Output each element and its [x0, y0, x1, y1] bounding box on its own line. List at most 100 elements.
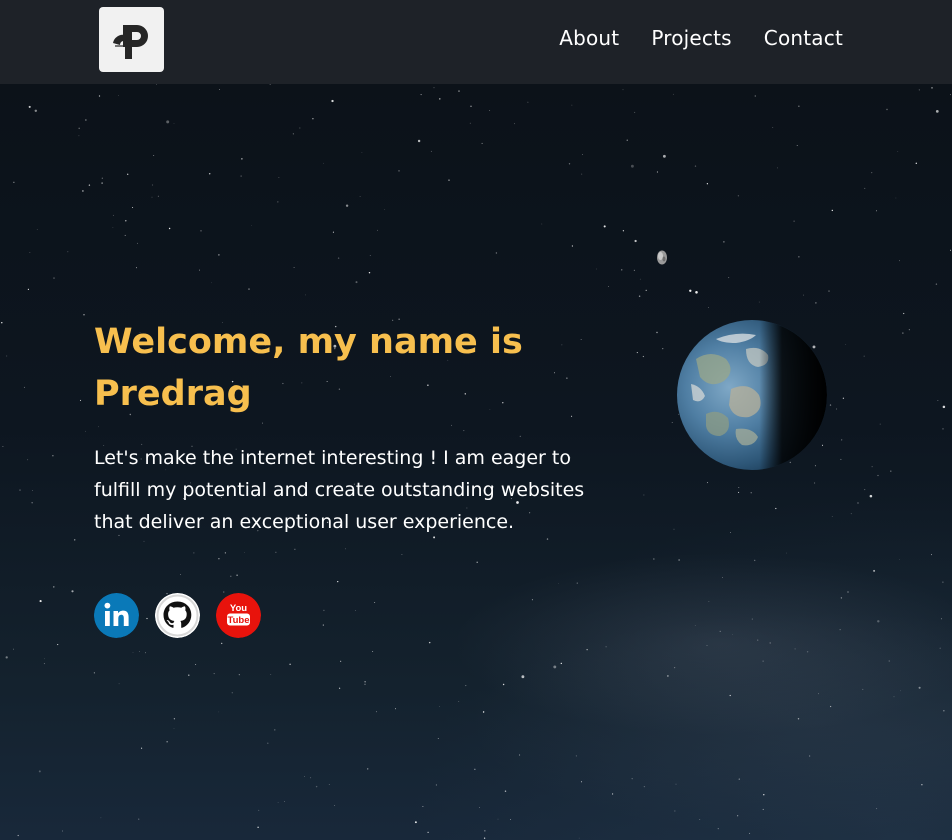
star-dot [101, 177, 103, 179]
star-dot [299, 127, 301, 129]
logo-link[interactable] [99, 7, 164, 72]
star-dot [173, 728, 175, 729]
star-dot [39, 600, 42, 603]
star-dot [603, 225, 606, 228]
star-dot [465, 685, 467, 687]
star-dot [950, 249, 951, 251]
star-dot [708, 601, 710, 602]
star-dot [580, 339, 582, 340]
star-dot [689, 289, 692, 292]
star-dot [757, 639, 759, 641]
star-dot [798, 105, 800, 107]
star-dot [921, 784, 923, 786]
star-dot [248, 288, 250, 290]
star-dot [738, 778, 740, 780]
star-dot [435, 784, 437, 786]
star-dot [806, 651, 809, 653]
star-dot [244, 551, 245, 553]
star-dot [662, 154, 666, 158]
star-dot [737, 195, 740, 197]
svg-text:You: You [230, 603, 247, 614]
star-dot [93, 672, 95, 674]
star-dot [828, 290, 830, 292]
star-dot [723, 241, 725, 243]
star-dot [857, 502, 859, 504]
star-dot [571, 415, 573, 417]
star-dot [267, 742, 269, 744]
star-dot [470, 105, 472, 107]
star-dot [13, 648, 14, 650]
star-dot [52, 455, 54, 457]
star-dot [732, 634, 733, 635]
youtube-icon: You Tube [216, 593, 261, 638]
star-dot [153, 155, 155, 157]
star-dot [151, 196, 153, 198]
star-dot [586, 649, 588, 651]
star-dot [895, 197, 897, 199]
star-dot [258, 809, 260, 811]
star-dot [831, 209, 833, 212]
nav-about[interactable]: About [559, 26, 619, 50]
star-dot [706, 482, 709, 484]
nav-contact[interactable]: Contact [764, 26, 843, 50]
star-dot [886, 108, 888, 111]
star-dot [240, 175, 242, 177]
star-dot [621, 269, 623, 271]
star-dot [738, 487, 740, 488]
star-dot [864, 489, 866, 491]
star-dot [942, 405, 946, 409]
linkedin-link[interactable] [94, 593, 139, 638]
star-dot [200, 230, 202, 232]
star-dot [699, 818, 701, 820]
star-dot [890, 470, 892, 472]
hero-intro-text: Let's make the internet interesting ! I … [94, 447, 585, 533]
star-dot [132, 207, 134, 208]
star-dot [634, 239, 637, 243]
star-dot [261, 422, 263, 424]
star-dot [43, 663, 45, 665]
hero-headline-line1: Welcome, my name is [94, 322, 523, 362]
star-dot [323, 162, 324, 164]
star-dot [269, 84, 271, 85]
star-dot [560, 662, 562, 665]
star-dot [751, 618, 753, 620]
star-dot [257, 826, 259, 829]
star-dot [694, 165, 697, 167]
star-dot [722, 577, 723, 578]
star-dot [612, 793, 614, 795]
star-dot [786, 552, 787, 554]
star-dot [769, 642, 771, 644]
star-dot [869, 494, 873, 498]
star-dot [879, 423, 881, 425]
social-links: You Tube [94, 593, 261, 638]
nav-projects[interactable]: Projects [651, 26, 731, 50]
star-dot [79, 399, 82, 401]
star-dot [939, 647, 941, 649]
star-dot [173, 122, 175, 124]
star-dot [839, 629, 841, 631]
star-dot [277, 201, 279, 203]
star-dot [36, 229, 38, 231]
star-dot [706, 183, 709, 185]
star-dot [484, 830, 486, 832]
star-dot [829, 404, 832, 406]
star-dot [448, 179, 450, 181]
star-dot [578, 837, 580, 839]
star-dot [332, 231, 334, 233]
github-link[interactable] [155, 593, 200, 638]
star-dot [829, 705, 832, 708]
star-dot [420, 94, 422, 96]
star-dot [195, 663, 197, 666]
star-dot [82, 190, 84, 192]
star-dot [156, 84, 158, 86]
star-dot [469, 122, 471, 124]
youtube-link[interactable]: You Tube [216, 593, 261, 638]
star-dot [899, 260, 900, 262]
star-dot [630, 164, 634, 168]
star-dot [762, 808, 764, 810]
star-dot [840, 458, 842, 460]
star-dot [942, 428, 944, 430]
star-dot [168, 227, 171, 230]
star-dot [132, 651, 134, 653]
star-dot [479, 806, 481, 808]
